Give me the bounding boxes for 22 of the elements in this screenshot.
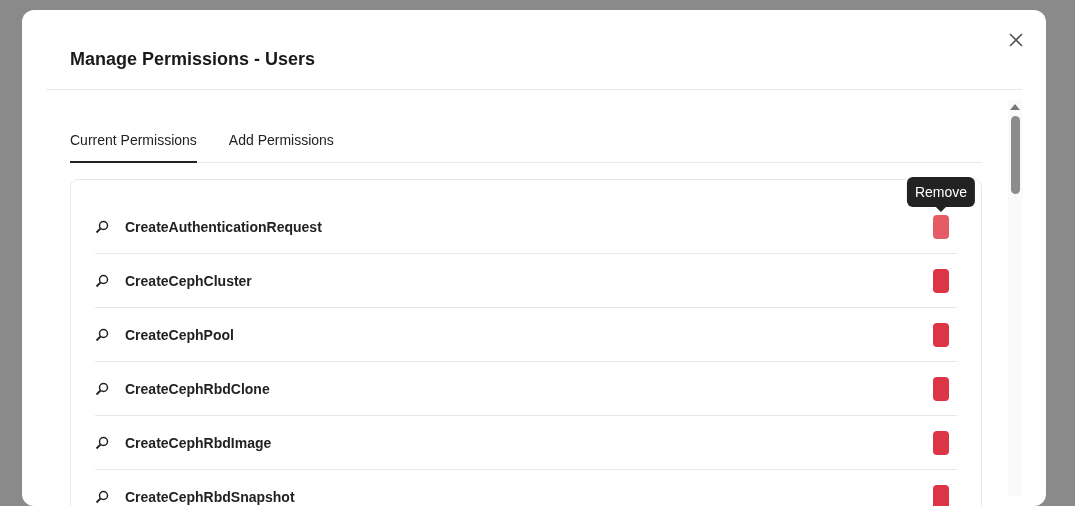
search-icon	[95, 435, 109, 450]
remove-button[interactable]	[933, 484, 949, 506]
permission-name: CreateCephRbdSnapshot	[125, 488, 296, 505]
search-icon	[95, 489, 109, 504]
scrollbar[interactable]	[1008, 100, 1022, 496]
permission-name: CreateCephCluster	[125, 272, 253, 289]
remove-button[interactable]	[933, 376, 949, 401]
tooltip-arrow	[936, 206, 946, 212]
dialog-title: Manage Permissions - Users	[70, 47, 316, 70]
permission-name: CreateCephPool	[125, 326, 235, 343]
remove-button[interactable]	[933, 268, 949, 293]
search-icon	[95, 219, 109, 234]
permission-name: CreateAuthenticationRequest	[125, 218, 323, 235]
tab[interactable]: Add Permissions	[228, 120, 334, 163]
remove-button[interactable]	[933, 430, 949, 455]
tab[interactable]: Current Permissions	[70, 120, 197, 163]
search-icon	[95, 327, 109, 342]
remove-button[interactable]	[933, 322, 949, 347]
search-icon	[95, 381, 109, 396]
permission-name: CreateCephRbdImage	[125, 434, 273, 451]
search-icon	[95, 273, 109, 288]
permission-name: CreateCephRbdClone	[125, 380, 271, 397]
